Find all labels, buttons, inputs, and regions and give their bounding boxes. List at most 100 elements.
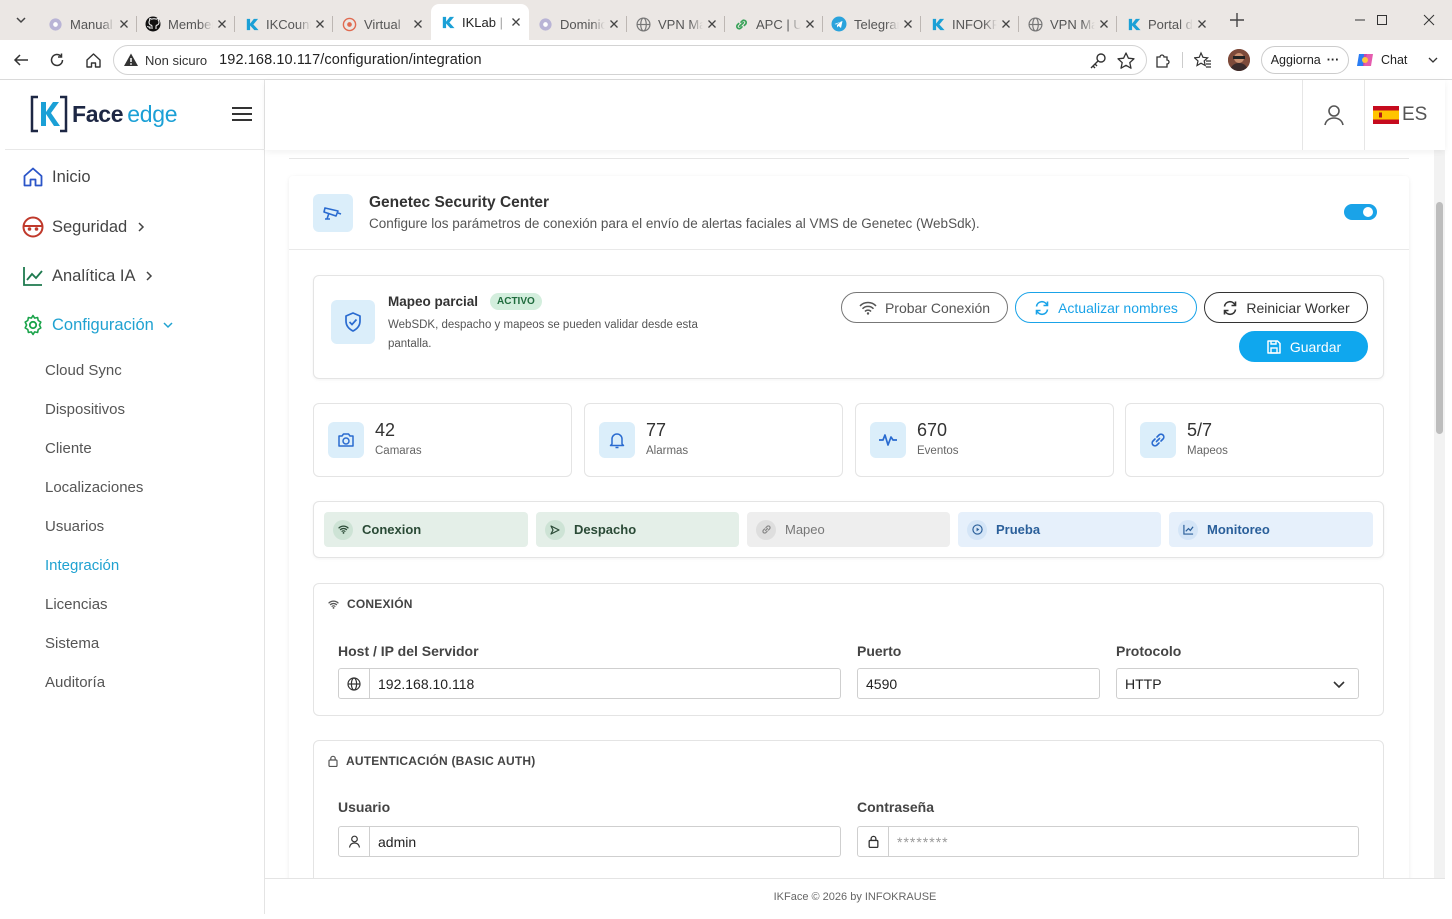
stat-card-cameras: 42 Camaras bbox=[313, 403, 572, 477]
tab-despacho[interactable]: Despacho bbox=[536, 512, 739, 547]
tab-mapeo[interactable]: Mapeo bbox=[747, 512, 950, 547]
stat-label: Camaras bbox=[375, 445, 422, 457]
sidebar-item-inicio[interactable]: Inicio bbox=[21, 159, 91, 195]
link-icon bbox=[1140, 422, 1176, 458]
sidebar-item-seguridad[interactable]: Seguridad bbox=[21, 209, 147, 245]
restart-worker-button[interactable]: Reiniciar Worker bbox=[1204, 292, 1368, 323]
close-tab-button[interactable] bbox=[1097, 17, 1111, 31]
close-tab-button[interactable] bbox=[411, 17, 425, 31]
address-bar[interactable]: Non sicuro 192.168.10.117/configuration/… bbox=[113, 45, 1147, 75]
test-connection-button[interactable]: Probar Conexión bbox=[841, 292, 1008, 323]
password-input[interactable] bbox=[889, 827, 1358, 856]
favorites-button[interactable] bbox=[1192, 49, 1214, 71]
browser-tab[interactable]: INFOKR bbox=[921, 8, 1019, 40]
browser-tab[interactable]: Manual bbox=[39, 8, 137, 40]
integration-enabled-toggle[interactable] bbox=[1344, 204, 1377, 220]
sidebar-subitem[interactable]: Cliente bbox=[45, 440, 92, 457]
protocol-label: Protocolo bbox=[1116, 643, 1182, 659]
close-tab-button[interactable] bbox=[901, 17, 915, 31]
tab-title: Portal d bbox=[1148, 16, 1193, 32]
hamburger-icon bbox=[232, 107, 252, 121]
security-status[interactable]: Non sicuro bbox=[145, 53, 207, 68]
menu-toggle-button[interactable] bbox=[231, 104, 253, 124]
close-tab-button[interactable] bbox=[1195, 17, 1209, 31]
user-input[interactable] bbox=[370, 827, 840, 856]
url-text[interactable]: 192.168.10.117/configuration/integration bbox=[219, 52, 482, 68]
copilot-chat-button[interactable]: Chat bbox=[1355, 46, 1425, 74]
browser-tab[interactable]: Dominio bbox=[529, 8, 627, 40]
tab-conexion[interactable]: Conexion bbox=[324, 512, 528, 547]
tab-label: Prueba bbox=[996, 522, 1041, 537]
browser-tab[interactable]: Telegram bbox=[823, 8, 921, 40]
close-window-button[interactable] bbox=[1406, 0, 1452, 40]
sidebar: Face edge Inicio Seguridad Analítica IA … bbox=[5, 80, 265, 914]
close-tab-button[interactable] bbox=[215, 17, 229, 31]
ik-logo-icon bbox=[929, 16, 945, 32]
sidebar-subitem[interactable]: Cloud Sync bbox=[45, 362, 122, 379]
tab-search-button[interactable] bbox=[6, 5, 36, 35]
new-tab-button[interactable] bbox=[1221, 4, 1253, 36]
language-selector[interactable]: ES bbox=[1373, 80, 1445, 150]
home-icon bbox=[85, 52, 101, 68]
close-tab-button[interactable] bbox=[705, 17, 719, 31]
extensions-button[interactable] bbox=[1152, 49, 1174, 71]
close-tab-button[interactable] bbox=[509, 15, 523, 29]
browser-tab[interactable]: APC | UI bbox=[725, 8, 823, 40]
close-tab-button[interactable] bbox=[313, 17, 327, 31]
host-input[interactable] bbox=[370, 669, 840, 698]
browser-tab[interactable]: IKLab | V bbox=[431, 4, 529, 40]
bookmark-star-button[interactable] bbox=[1116, 51, 1136, 71]
brand-logo[interactable]: Face edge bbox=[29, 93, 178, 135]
user-menu-button[interactable] bbox=[1302, 80, 1365, 150]
sidebar-subitem[interactable]: Dispositivos bbox=[45, 401, 125, 418]
scrollbar-thumb[interactable] bbox=[1436, 202, 1443, 434]
update-browser-button[interactable]: Aggiorna ··· bbox=[1261, 46, 1349, 74]
chevron-down-icon bbox=[163, 322, 173, 329]
sidebar-subitem[interactable]: Localizaciones bbox=[45, 479, 143, 496]
close-tab-button[interactable] bbox=[803, 17, 817, 31]
sidebar-subitem[interactable]: Auditoría bbox=[45, 674, 105, 691]
profile-avatar[interactable] bbox=[1228, 49, 1250, 71]
status-badge: ACTIVO bbox=[490, 293, 542, 310]
stat-card-events: 670 Eventos bbox=[855, 403, 1114, 477]
tab-monitoreo[interactable]: Monitoreo bbox=[1169, 512, 1373, 547]
sidebar-item-configuracion[interactable]: Configuración bbox=[21, 307, 174, 343]
arrow-left-icon bbox=[13, 54, 28, 66]
port-input[interactable] bbox=[858, 669, 1099, 698]
tab-prueba[interactable]: Prueba bbox=[958, 512, 1161, 547]
browser-tab[interactable]: Portal d bbox=[1117, 8, 1215, 40]
browser-tab[interactable]: VPN Ma bbox=[627, 8, 725, 40]
browser-tab[interactable]: VPN Ma bbox=[1019, 8, 1117, 40]
tab-title: VPN Ma bbox=[1050, 16, 1095, 32]
stat-label: Alarmas bbox=[646, 445, 689, 457]
content-scrollbar[interactable] bbox=[1434, 150, 1445, 878]
sidebar-subitem[interactable]: Sistema bbox=[45, 635, 99, 652]
back-button[interactable] bbox=[7, 46, 35, 74]
reload-button[interactable] bbox=[43, 46, 71, 74]
chevron-down-icon bbox=[16, 17, 26, 24]
protocol-select[interactable]: HTTP bbox=[1116, 668, 1359, 699]
tab-title: VPN Ma bbox=[658, 16, 703, 32]
browser-tab[interactable]: Member bbox=[137, 8, 235, 40]
close-tab-button[interactable] bbox=[607, 17, 621, 31]
sidebar-item-analitica[interactable]: Analítica IA bbox=[21, 258, 155, 294]
update-names-button[interactable]: Actualizar nombres bbox=[1015, 292, 1197, 323]
home-button[interactable] bbox=[79, 46, 107, 74]
globe-icon bbox=[1027, 16, 1043, 32]
ik-logo-icon bbox=[439, 14, 455, 30]
button-label: Actualizar nombres bbox=[1058, 299, 1178, 316]
browser-tab[interactable]: Virtual bbox=[333, 8, 431, 40]
maximize-button[interactable] bbox=[1359, 0, 1405, 40]
close-tab-button[interactable] bbox=[117, 17, 131, 31]
sidebar-subitem[interactable]: Usuarios bbox=[45, 518, 104, 535]
password-key-button[interactable] bbox=[1088, 51, 1108, 71]
password-label: Contraseña bbox=[857, 799, 935, 815]
browser-tab[interactable]: IKCount bbox=[235, 8, 333, 40]
sidebar-subitem[interactable]: Licencias bbox=[45, 596, 108, 613]
close-tab-button[interactable] bbox=[999, 17, 1013, 31]
browser-menu-button[interactable] bbox=[1425, 49, 1441, 71]
sidebar-subitem[interactable]: Integración bbox=[45, 557, 119, 574]
step-tabs: Conexion Despacho Mapeo Prueba Monitoreo bbox=[313, 501, 1384, 558]
save-button[interactable]: Guardar bbox=[1239, 331, 1368, 362]
chevron-down-icon bbox=[1333, 680, 1345, 688]
